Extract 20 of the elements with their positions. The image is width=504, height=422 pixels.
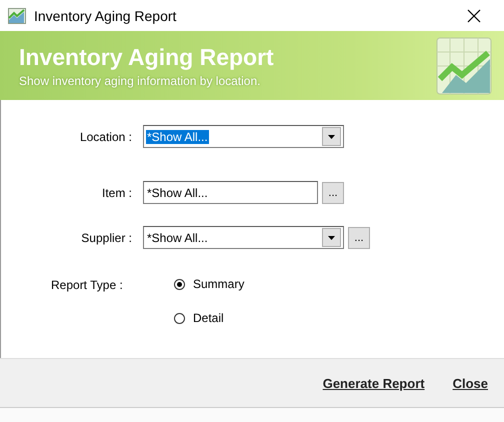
window-title: Inventory Aging Report: [34, 8, 178, 24]
browse-button[interactable]: ...: [348, 226, 370, 248]
header-subtitle: Show inventory aging information by location.: [19, 74, 262, 88]
dropdown-arrow-icon: [328, 134, 335, 138]
field-label: Item :: [100, 186, 132, 200]
close-link[interactable]: Close: [452, 376, 488, 390]
field-label: Location :: [78, 130, 132, 144]
generate-report-link[interactable]: Generate Report: [322, 376, 425, 390]
report-type-label: Report Type :: [50, 278, 124, 292]
dropdown-field[interactable]: *Show All...: [143, 125, 344, 148]
field-label: Supplier :: [80, 230, 132, 244]
spreadsheet-chart-icon: [436, 36, 492, 94]
radio-option[interactable]: Detail: [174, 311, 244, 325]
dropdown-field[interactable]: *Show All...: [143, 226, 344, 249]
browse-button[interactable]: ...: [322, 182, 344, 204]
header-title: Inventory Aging Report: [19, 44, 275, 70]
chart-icon: [8, 8, 26, 24]
dropdown-arrow-icon: [328, 236, 335, 240]
input-field[interactable]: *Show All...: [143, 181, 318, 204]
radio-option[interactable]: Summary: [174, 277, 244, 291]
